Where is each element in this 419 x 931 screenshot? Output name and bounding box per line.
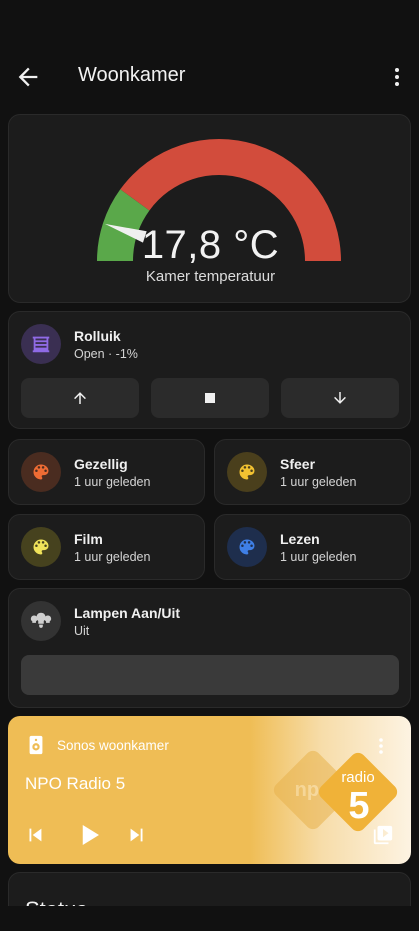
cover-open-button[interactable]: [21, 378, 139, 418]
temperature-gauge-card[interactable]: 17,8 °C Kamer temperatuur: [8, 114, 411, 303]
navigation-bar: [0, 906, 419, 931]
palette-icon: [227, 527, 267, 567]
lamps-name: Lampen Aan/Uit: [74, 605, 181, 621]
scene-state: 1 uur geleden: [280, 550, 357, 564]
window-shutter-icon: [21, 324, 61, 364]
speaker-icon: [29, 735, 43, 755]
scene-state: 1 uur geleden: [74, 550, 151, 564]
scene-name: Sfeer: [280, 456, 316, 472]
palette-icon: [21, 527, 61, 567]
scene-name: Gezellig: [74, 456, 128, 472]
svg-text:radio: radio: [341, 769, 374, 786]
palette-icon: [21, 452, 61, 492]
media-title: NPO Radio 5: [25, 774, 126, 793]
scene-tile-film[interactable]: Film 1 uur geleden: [8, 514, 205, 580]
palette-icon: [227, 452, 267, 492]
cover-state: Open · -1%: [74, 347, 138, 361]
scene-state: 1 uur geleden: [280, 475, 357, 489]
media-player-name: Sonos woonkamer: [57, 738, 169, 753]
scene-name: Lezen: [280, 531, 320, 547]
cover-name: Rolluik: [74, 328, 121, 344]
arrow-down-icon: [334, 392, 346, 404]
scene-state: 1 uur geleden: [74, 475, 151, 489]
gauge-label: Kamer temperatuur: [145, 268, 276, 285]
gauge-value: 17,8 °C: [141, 223, 280, 267]
svg-text:5: 5: [348, 785, 369, 827]
media-browse-icon[interactable]: [372, 824, 394, 846]
dots-vertical-icon[interactable]: [389, 66, 405, 88]
cover-stop-button[interactable]: [151, 378, 269, 418]
skip-previous-icon[interactable]: [24, 824, 46, 846]
lamps-card[interactable]: Lampen Aan/Uit Uit: [8, 588, 411, 708]
arrow-left-icon[interactable]: [14, 63, 42, 91]
media-player-card[interactable]: Sonos woonkamer NPO Radio 5 npo radio 5: [8, 716, 411, 864]
page-title: Woonkamer: [78, 64, 186, 86]
lightbulb-group-icon: [21, 601, 61, 641]
app-bar: Woonkamer: [0, 48, 419, 106]
scene-tile-lezen[interactable]: Lezen 1 uur geleden: [214, 514, 411, 580]
cover-close-button[interactable]: [281, 378, 399, 418]
scene-name: Film: [74, 531, 103, 547]
cover-card-rolluik[interactable]: Rolluik Open · -1%: [8, 311, 411, 429]
media-menu-icon[interactable]: [374, 736, 388, 756]
lamps-toggle-slider[interactable]: [21, 655, 399, 695]
arrow-up-icon: [74, 392, 86, 404]
play-icon[interactable]: [74, 820, 104, 850]
scene-tile-gezellig[interactable]: Gezellig 1 uur geleden: [8, 439, 205, 505]
lamps-state: Uit: [74, 624, 90, 638]
scene-tile-sfeer[interactable]: Sfeer 1 uur geleden: [214, 439, 411, 505]
skip-next-icon[interactable]: [126, 824, 148, 846]
stop-icon: [205, 393, 215, 403]
